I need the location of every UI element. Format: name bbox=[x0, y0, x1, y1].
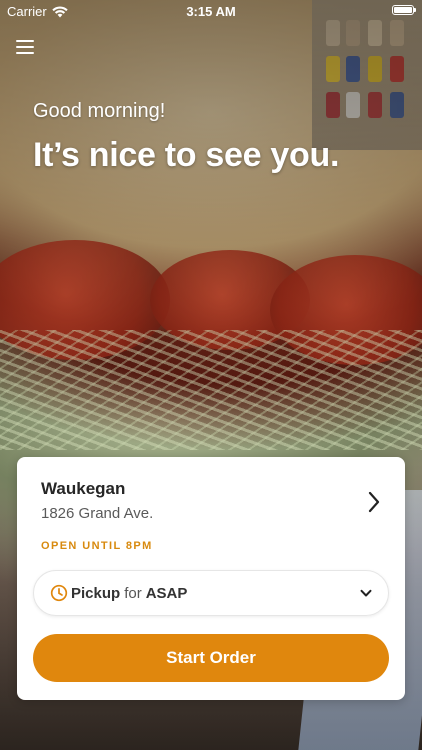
status-bar: Carrier 3:15 AM bbox=[0, 0, 422, 22]
hamburger-menu-icon[interactable] bbox=[16, 40, 34, 54]
pickup-mode: Pickup bbox=[71, 584, 121, 602]
store-selector[interactable]: Waukegan 1826 Grand Ave. bbox=[41, 479, 381, 529]
chevron-right-icon[interactable] bbox=[367, 491, 381, 513]
chevron-down-icon bbox=[360, 589, 372, 597]
greeting-text: Good morning! bbox=[33, 100, 166, 122]
pickup-time-dropdown[interactable]: Pickup for ASAP bbox=[33, 570, 389, 616]
store-address: 1826 Grand Ave. bbox=[41, 505, 154, 522]
clock-time: 3:15 AM bbox=[186, 4, 236, 19]
start-order-button[interactable]: Start Order bbox=[33, 634, 389, 682]
location-card: Waukegan 1826 Grand Ave. OPEN UNTIL 8PM … bbox=[17, 457, 405, 700]
store-name: Waukegan bbox=[41, 479, 126, 498]
pickup-connector: for bbox=[124, 584, 142, 602]
store-hours-badge: OPEN UNTIL 8PM bbox=[41, 540, 153, 552]
page-title: It’s nice to see you. bbox=[33, 136, 340, 174]
battery-level bbox=[394, 7, 412, 13]
clock-icon bbox=[50, 584, 68, 602]
pickup-time: ASAP bbox=[145, 584, 188, 602]
battery-icon bbox=[392, 5, 416, 15]
